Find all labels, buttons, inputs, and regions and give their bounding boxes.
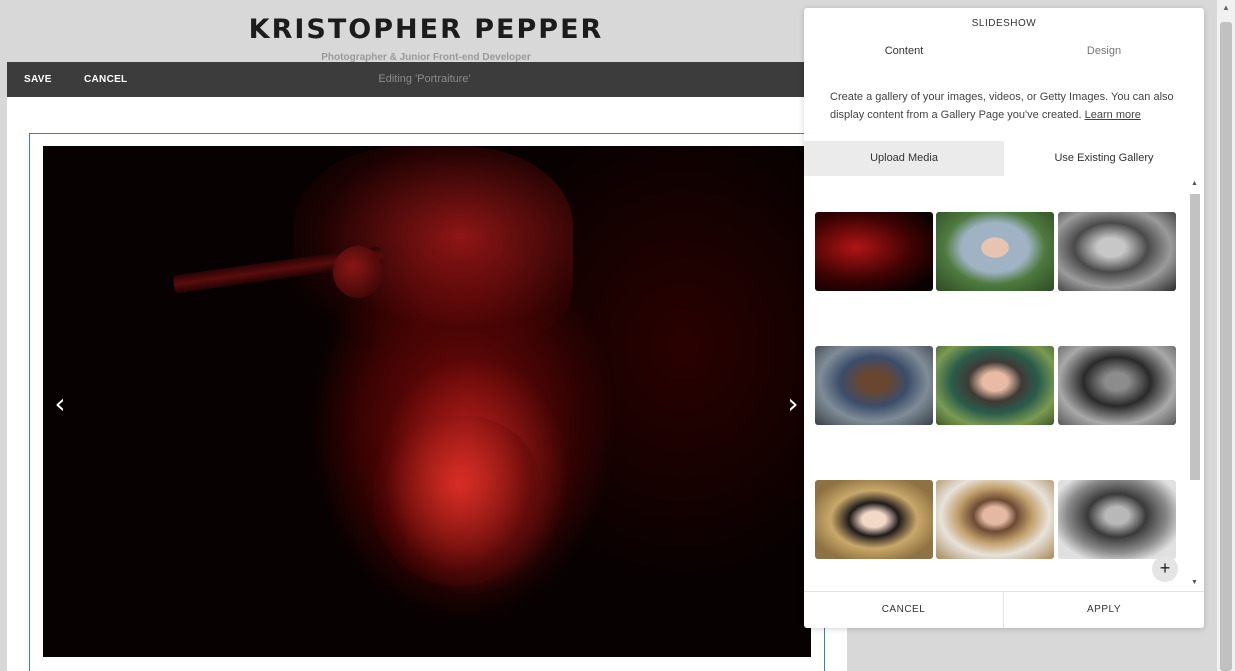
gallery-thumbnail[interactable] — [815, 346, 933, 425]
page-scrollbar[interactable]: ▲ — [1217, 0, 1235, 671]
gallery-thumbnail[interactable] — [936, 212, 1054, 291]
edit-bar: SAVE CANCEL Editing 'Portraiture' — [7, 62, 847, 97]
panel-cancel-button[interactable]: CANCEL — [804, 592, 1004, 628]
panel-footer: CANCEL APPLY — [804, 591, 1204, 628]
photo-beard-shape — [373, 416, 543, 586]
gallery-thumbnail[interactable] — [936, 480, 1054, 559]
gallery-thumbnail[interactable] — [936, 346, 1054, 425]
scroll-down-arrow-icon[interactable]: ▼ — [1188, 577, 1201, 589]
upload-media-tab[interactable]: Upload Media — [804, 141, 1004, 176]
gallery-thumbnail[interactable] — [815, 480, 933, 559]
gallery-thumbnail[interactable] — [1058, 346, 1176, 425]
photo-microphone-head-shape — [333, 246, 383, 298]
learn-more-link[interactable]: Learn more — [1085, 109, 1141, 121]
panel-description: Create a gallery of your images, videos,… — [830, 88, 1195, 124]
site-title: KRISTOPHER PEPPER — [248, 14, 604, 45]
gallery-scrollbar[interactable]: ▲ ▼ — [1188, 176, 1201, 591]
tab-design[interactable]: Design — [1004, 42, 1204, 60]
page-scrollbar-thumb[interactable] — [1220, 22, 1232, 671]
gallery-scrollbar-thumb[interactable] — [1190, 194, 1200, 480]
panel-apply-button[interactable]: APPLY — [1004, 592, 1204, 628]
panel-title: SLIDESHOW — [971, 18, 1037, 29]
photo-hair-shape — [293, 146, 573, 346]
slideshow-image — [43, 146, 811, 657]
gallery-thumbnail[interactable] — [1058, 480, 1176, 559]
save-button[interactable]: SAVE — [24, 62, 52, 97]
editing-status: Editing 'Portraiture' — [378, 73, 471, 85]
media-gallery-grid: + — [804, 176, 1204, 591]
plus-icon[interactable]: + — [1152, 556, 1178, 582]
use-existing-gallery-tab[interactable]: Use Existing Gallery — [1004, 141, 1204, 176]
page-scroll-up-arrow-icon[interactable]: ▲ — [1217, 0, 1235, 16]
cancel-button[interactable]: CANCEL — [84, 62, 127, 97]
chevron-left-icon[interactable]: ‹ — [45, 390, 75, 420]
tab-content[interactable]: Content — [804, 42, 1004, 60]
gallery-thumbnail[interactable] — [1058, 212, 1176, 291]
scroll-up-arrow-icon[interactable]: ▲ — [1188, 178, 1201, 190]
slideshow-settings-panel: SLIDESHOW Content Design Create a galler… — [804, 8, 1204, 628]
gallery-thumbnail[interactable] — [815, 212, 933, 291]
